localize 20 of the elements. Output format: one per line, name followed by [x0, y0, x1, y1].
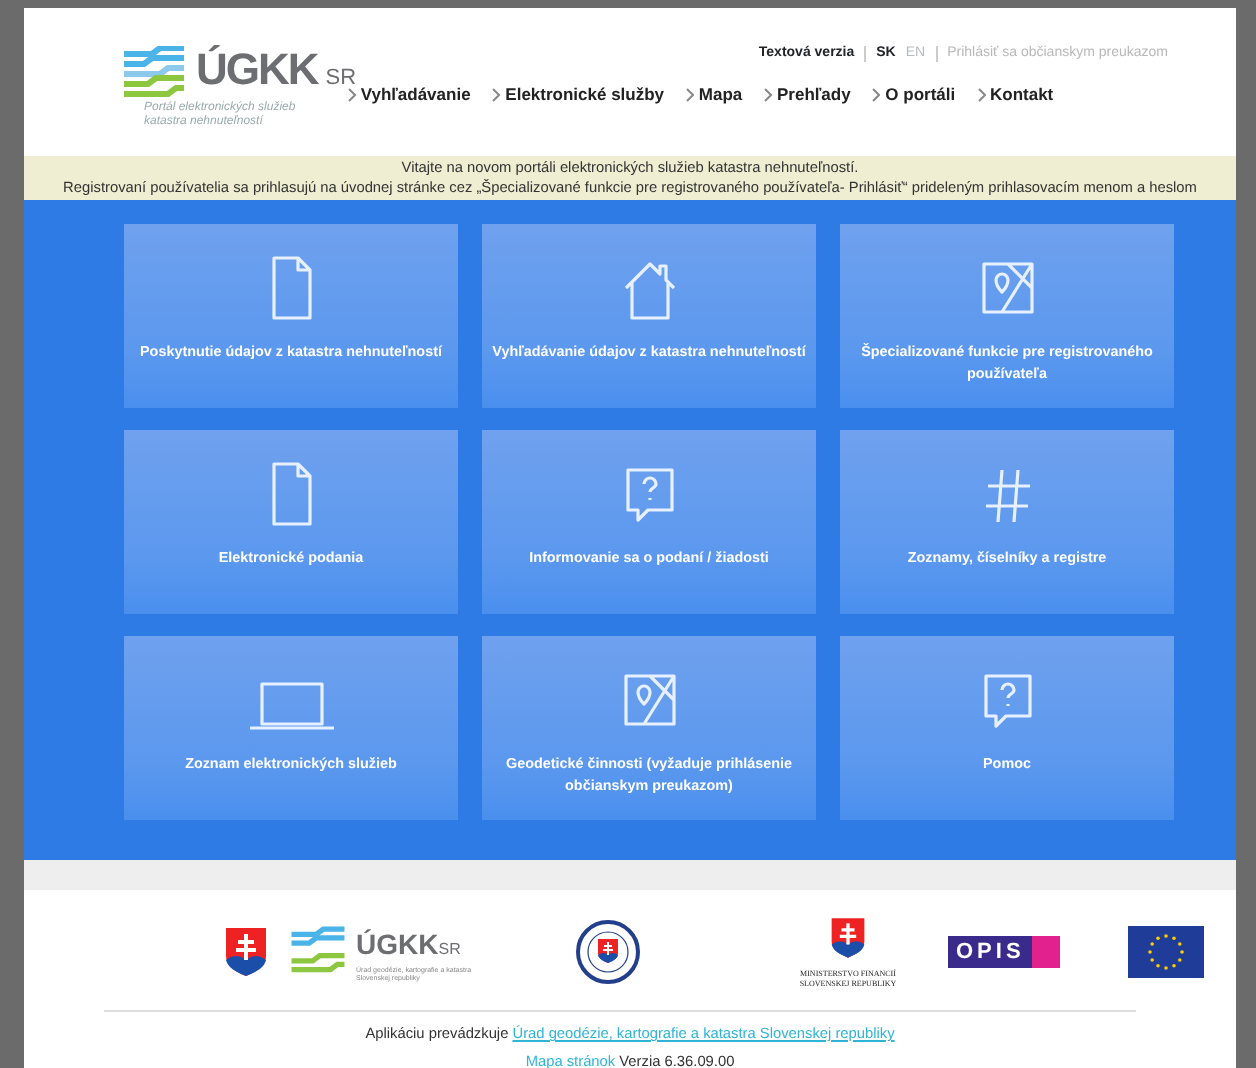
chevron-icon [686, 88, 695, 103]
opis-logo: OPIS [948, 936, 1061, 968]
chevron-icon [348, 88, 356, 103]
logo-text: ÚGKK [356, 925, 439, 963]
coat-of-arms-icon [224, 926, 268, 978]
nav-link[interactable]: O portáli [872, 82, 956, 108]
seal-icon [576, 920, 640, 984]
eu-flag-icon [1128, 926, 1204, 978]
chevron-icon [977, 88, 986, 103]
nav-link[interactable]: Kontakt [977, 82, 1054, 108]
logo-text: ÚGKK [196, 42, 318, 98]
logo-waves-icon [120, 46, 188, 102]
nav-link[interactable]: Prehľady [764, 82, 851, 108]
logo-suffix: SR [438, 937, 461, 961]
nav-link[interactable]: Mapa [686, 82, 743, 108]
chevron-icon [764, 88, 773, 103]
coat-of-arms-icon [830, 916, 866, 960]
nav-link[interactable]: Elektronické služby [492, 82, 665, 108]
chevron-icon [872, 88, 881, 103]
chevron-icon [492, 88, 501, 103]
